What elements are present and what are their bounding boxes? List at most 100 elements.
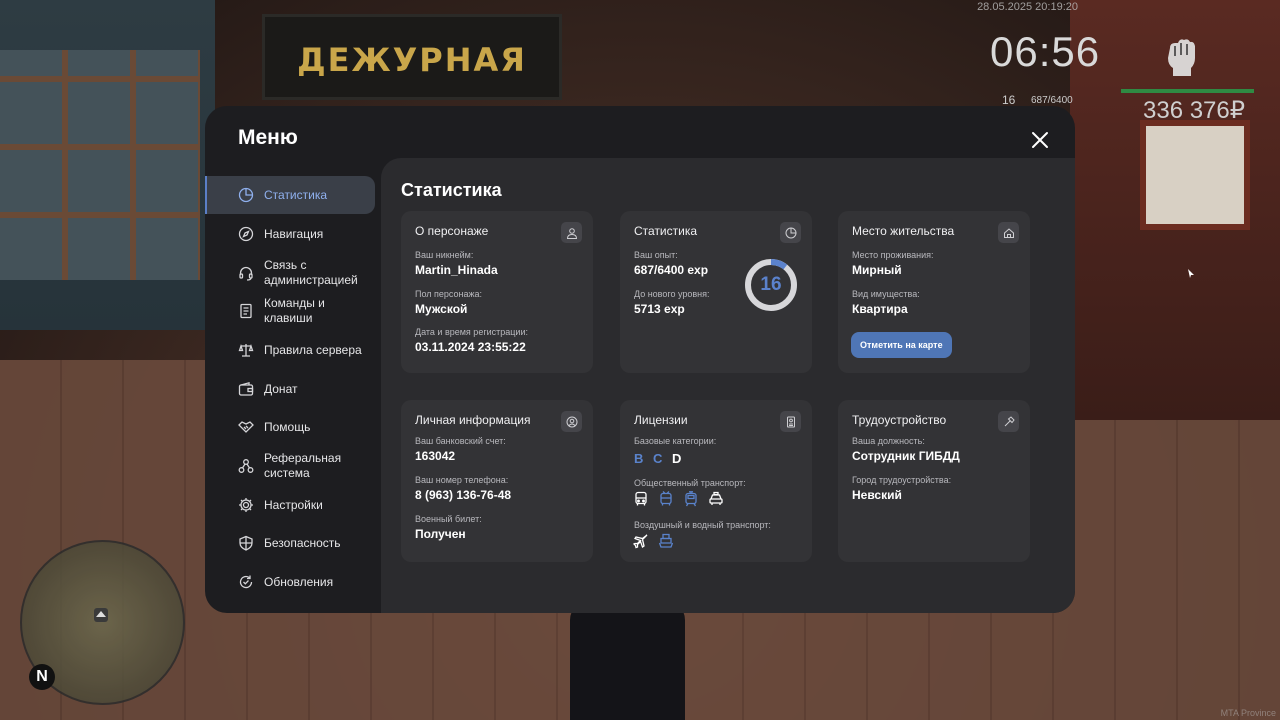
position-label: Ваша должность:	[852, 436, 925, 446]
sidebar-item-label: Обновления	[264, 574, 334, 589]
duty-station-sign: ДЕЖУРНАЯ ЧАСТЬ	[262, 14, 562, 165]
card-title: Трудоустройство	[852, 413, 947, 427]
bus-icon	[633, 491, 649, 507]
taxi-icon	[708, 491, 724, 507]
job-city-value: Невский	[852, 488, 902, 502]
card-title: Место жительства	[852, 224, 955, 238]
card-title: Личная информация	[415, 413, 531, 427]
handshake-icon	[238, 419, 254, 435]
bank-value: 163042	[415, 449, 456, 463]
registration-label: Дата и время регистрации:	[415, 327, 528, 337]
exp-label: Ваш опыт:	[634, 250, 678, 260]
close-button[interactable]	[1028, 128, 1052, 152]
sidebar-item-commands[interactable]: Команды и клавиши	[205, 292, 375, 330]
pie-chart-icon	[238, 187, 254, 203]
sidebar-item-label: Связь с администрацией	[264, 258, 358, 287]
scales-icon	[238, 342, 254, 358]
next-level-value: 5713 exp	[634, 302, 685, 316]
property-value: Квартира	[852, 302, 908, 316]
nickname-label: Ваш никнейм:	[415, 250, 474, 260]
sidebar-item-referral[interactable]: Реферальная система	[205, 447, 375, 485]
military-value: Получен	[415, 527, 466, 541]
close-icon	[1032, 132, 1048, 148]
license-card-icon	[780, 411, 801, 432]
card-title: О персонаже	[415, 224, 489, 238]
pie-chart-icon	[780, 222, 801, 243]
sidebar-item-settings[interactable]: Настройки	[205, 486, 375, 524]
window-grid	[0, 50, 200, 280]
document-icon	[238, 303, 254, 319]
personal-info-card: Личная информация Ваш банковский счет: 1…	[401, 400, 593, 562]
home-icon	[998, 222, 1019, 243]
sidebar-item-label: Навигация	[264, 226, 324, 241]
fist-weapon-icon	[1160, 34, 1200, 78]
sidebar-item-label: Донат	[264, 381, 298, 396]
headset-icon	[238, 265, 254, 281]
sidebar-item-label: Статистика	[264, 187, 328, 202]
compass-north-icon: N	[29, 664, 55, 690]
sidebar-item-security[interactable]: Безопасность	[205, 524, 375, 562]
phone-label: Ваш номер телефона:	[415, 475, 509, 485]
level-number: 16	[760, 274, 782, 295]
hammer-icon	[998, 411, 1019, 432]
sidebar-item-label: Правила сервера	[264, 342, 362, 357]
bank-label: Ваш банковский счет:	[415, 436, 506, 446]
statistics-content: Статистика О персонаже Ваш никнейм: Mart…	[381, 158, 1075, 613]
air-water-transport-label: Воздушный и водный транспорт:	[634, 520, 771, 530]
air-water-transport-icons	[633, 533, 674, 549]
plane-icon	[633, 533, 649, 549]
exp-value: 687/6400 exp	[634, 263, 709, 277]
hud-level: 16	[1002, 93, 1016, 107]
employment-card: Трудоустройство Ваша должность: Сотрудни…	[838, 400, 1030, 562]
license-category-b: B	[634, 451, 644, 466]
license-category-c: C	[653, 451, 663, 466]
next-level-label: До нового уровня:	[634, 289, 710, 299]
phone-value: 8 (963) 136-76-48	[415, 488, 512, 502]
hud-clock: 06:56	[990, 28, 1101, 75]
user-circle-icon	[561, 411, 582, 432]
hud-datetime: 28.05.2025 20:19:20	[977, 1, 1078, 13]
gear-icon	[238, 497, 254, 513]
wallet-icon	[238, 381, 254, 397]
military-label: Военный билет:	[415, 514, 482, 524]
position-value: Сотрудник ГИБДД	[852, 449, 960, 463]
sidebar-item-navigation[interactable]: Навигация	[205, 215, 375, 253]
sidebar-item-admin-contact[interactable]: Связь с администрацией	[205, 254, 375, 292]
network-icon	[238, 458, 254, 474]
hud-exp: 687/6400	[1031, 95, 1073, 106]
sidebar-item-label: Команды и клавиши	[264, 296, 325, 325]
content-title: Статистика	[401, 180, 502, 200]
nickname-value: Martin_Hinada	[415, 263, 498, 277]
experience-card: Статистика Ваш опыт: 687/6400 exp До нов…	[620, 211, 812, 373]
notice-board	[1140, 120, 1250, 230]
gender-label: Пол персонажа:	[415, 289, 483, 299]
character-card: О персонаже Ваш никнейм: Martin_Hinada П…	[401, 211, 593, 373]
sidebar-item-donate[interactable]: Донат	[205, 370, 375, 408]
hud-money: 336 376₽	[1143, 97, 1246, 124]
place-label: Место проживания:	[852, 250, 934, 260]
sidebar-item-rules[interactable]: Правила сервера	[205, 331, 375, 369]
sidebar-item-label: Безопасность	[264, 535, 341, 550]
sidebar-item-help[interactable]: Помощь	[205, 408, 375, 446]
health-bar-fill	[1121, 89, 1254, 93]
shield-icon	[238, 535, 254, 551]
mark-on-map-button[interactable]: Отметить на карте	[851, 332, 952, 358]
trolleybus-icon	[658, 491, 674, 507]
mouse-cursor-icon	[1188, 265, 1194, 278]
user-icon	[561, 222, 582, 243]
boat-icon	[658, 533, 674, 549]
residence-card: Место жительства Место проживания: Мирны…	[838, 211, 1030, 373]
player-character	[570, 600, 685, 720]
tram-icon	[683, 491, 699, 507]
license-category-d: D	[672, 451, 682, 466]
watermark: MTA Province	[1220, 708, 1276, 718]
sidebar-item-updates[interactable]: Обновления	[205, 563, 375, 601]
sidebar-item-statistics[interactable]: Статистика	[205, 176, 375, 214]
health-bar	[1121, 89, 1254, 93]
sidebar-item-label: Реферальная система	[264, 451, 342, 480]
base-categories-label: Базовые категории:	[634, 436, 717, 446]
compass-icon	[238, 226, 254, 242]
job-city-label: Город трудоустройства:	[852, 475, 952, 485]
menu-title: Меню	[238, 126, 298, 149]
card-title: Статистика	[634, 224, 698, 238]
